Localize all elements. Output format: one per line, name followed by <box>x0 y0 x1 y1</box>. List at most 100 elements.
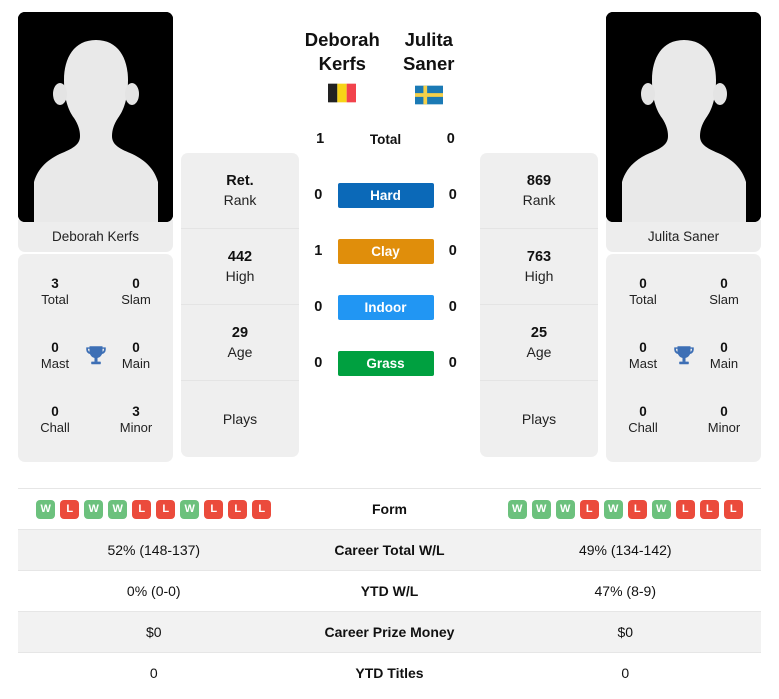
person-silhouette-icon <box>621 40 746 222</box>
right-plays-cell: Plays <box>480 381 598 457</box>
right-titles-total-value: 0 <box>639 276 647 292</box>
h2h-row-total: 1 Total 0 <box>299 111 472 167</box>
right-high-cell: 763 High <box>480 229 598 305</box>
right-titles-minor-value: 0 <box>720 404 728 420</box>
h2h-clay-left-score: 1 <box>314 243 323 260</box>
right-titles-row-2: 0 Mast 0 Main <box>606 324 761 388</box>
right-form-badge-3: L <box>579 499 599 519</box>
left-player-photo[interactable] <box>18 12 173 222</box>
right-age-cell: 25 Age <box>480 305 598 381</box>
left-rank-label: Rank <box>223 191 257 208</box>
right-form-badge-7: L <box>675 499 695 519</box>
right-player-photo-name: Julita Saner <box>606 220 761 252</box>
left-rank-cell: Ret. Rank <box>181 153 299 229</box>
surface-badge-grass[interactable]: Grass <box>337 350 434 376</box>
right-player-full-name: Julita Saner <box>403 29 455 74</box>
left-plays-label: Plays <box>222 410 258 427</box>
right-titles-main: 0 Main <box>701 339 747 373</box>
h2h-grass-left-score: 0 <box>314 355 323 372</box>
right-titles-chall-value: 0 <box>639 404 647 420</box>
right-titles-total-label: Total <box>629 292 657 308</box>
left-player-name: Deborah Kerfs <box>299 28 386 75</box>
left-titles-minor-label: Minor <box>119 420 153 436</box>
trophy-icon <box>83 343 109 369</box>
right-titles-main-label: Main <box>709 356 739 372</box>
left-age-cell: 29 Age <box>181 305 299 381</box>
surface-badge-indoor[interactable]: Indoor <box>337 294 434 320</box>
right-form-badge-0: W <box>507 499 527 519</box>
stat-label-ytd-wl: YTD W/L <box>360 583 419 599</box>
h2h-grass-label-wrap: Grass <box>337 350 434 376</box>
h2h-row-grass: 0 Grass 0 <box>299 335 472 391</box>
right-rank-label: Rank <box>522 191 556 208</box>
left-form-badge-2: W <box>84 499 104 519</box>
right-titles-slam: 0 Slam <box>701 275 747 309</box>
right-titles-mast-label: Mast <box>628 356 658 372</box>
right-form-badge-1: W <box>531 499 551 519</box>
left-age-value: 29 <box>231 324 249 341</box>
left-plays-cell: Plays <box>181 381 299 457</box>
left-form-badge-8: L <box>228 499 248 519</box>
left-rank-value: Ret. <box>226 172 254 189</box>
right-form-badge-6: W <box>651 499 671 519</box>
left-photo-background <box>18 12 173 222</box>
right-form-cell: WWWLWLWLLL <box>490 499 762 519</box>
left-titles-main-value: 0 <box>132 340 140 356</box>
left-form-badge-6: W <box>180 499 200 519</box>
trophy-icon-glyph <box>673 346 694 365</box>
right-player-flag-line <box>386 85 473 105</box>
sweden-flag-icon <box>414 86 443 105</box>
left-form-badge-7: L <box>204 499 224 519</box>
left-form-badge-3: W <box>108 499 128 519</box>
h2h-total-left-score: 1 <box>316 131 325 148</box>
left-titles-mast: 0 Mast <box>32 339 78 373</box>
stat-row-form: WLWWLLWLLL Form WWWLWLWLLL <box>18 488 761 529</box>
right-form-strip: WWWLWLWLLL <box>507 499 743 519</box>
right-photo-background <box>606 12 761 222</box>
h2h-row-indoor: 0 Indoor 0 <box>299 279 472 335</box>
right-titles-total: 0 Total <box>620 275 666 309</box>
belgium-flag-icon <box>328 84 357 103</box>
h2h-total-right-score: 0 <box>446 131 455 148</box>
right-titles-minor-label: Minor <box>707 420 741 436</box>
stat-row-career-total-wl: 52% (148-137) Career Total W/L 49% (134-… <box>18 529 761 570</box>
right-ytd-wl: 47% (8-9) <box>594 583 656 599</box>
h2h-hard-left-score: 0 <box>314 187 323 204</box>
left-career-total-wl: 52% (148-137) <box>107 542 201 558</box>
left-player-column: Deborah Kerfs 3 Total 0 Slam 0 Mast 0 Ma… <box>18 12 173 462</box>
right-titles-row-3: 0 Chall 0 Minor <box>606 388 761 452</box>
left-titles-total: 3 Total <box>32 275 78 309</box>
right-form-badge-9: L <box>723 499 743 519</box>
left-form-badge-1: L <box>60 499 80 519</box>
surface-badge-clay[interactable]: Clay <box>337 238 434 264</box>
left-form-badge-5: L <box>156 499 176 519</box>
left-career-prize-money: $0 <box>145 624 162 640</box>
left-age-label: Age <box>227 343 253 360</box>
right-plays-label: Plays <box>521 410 557 427</box>
left-ytd-titles: 0 <box>149 665 158 681</box>
left-player-first-name: Deborah <box>304 29 380 50</box>
h2h-rows: 1 Total 0 0 Hard 0 1 Clay 0 0 Indoor 0 0… <box>299 111 472 391</box>
stat-label-ytd-titles: YTD Titles <box>355 665 424 681</box>
h2h-total-label-wrap: Total <box>341 132 429 147</box>
right-career-prize-money: $0 <box>617 624 634 640</box>
left-player-last-name: Kerfs <box>318 52 366 74</box>
h2h-clay-right-score: 0 <box>448 243 457 260</box>
right-form-badge-2: W <box>555 499 575 519</box>
surface-badge-hard[interactable]: Hard <box>337 182 434 208</box>
left-form-cell: WLWWLLWLLL <box>18 499 290 519</box>
right-player-photo[interactable] <box>606 12 761 222</box>
left-high-value: 442 <box>227 248 253 265</box>
h2h-column: Deborah Kerfs Julita Saner 1 Total 0 0 H… <box>299 12 472 391</box>
left-titles-total-value: 3 <box>51 276 59 292</box>
right-titles-card: 0 Total 0 Slam 0 Mast 0 Main 0 Chall 0 M… <box>606 254 761 462</box>
left-high-cell: 442 High <box>181 229 299 305</box>
right-rank-column: 869 Rank 763 High 25 Age Plays <box>480 12 598 457</box>
h2h-row-hard: 0 Hard 0 <box>299 167 472 223</box>
right-age-label: Age <box>526 343 552 360</box>
stat-row-career-prize-money: $0 Career Prize Money $0 <box>18 611 761 652</box>
right-rank-card: 869 Rank 763 High 25 Age Plays <box>480 153 598 457</box>
left-form-badge-9: L <box>252 499 272 519</box>
stat-label-career-total-wl: Career Total W/L <box>334 542 445 558</box>
left-player-photo-name: Deborah Kerfs <box>18 220 173 252</box>
